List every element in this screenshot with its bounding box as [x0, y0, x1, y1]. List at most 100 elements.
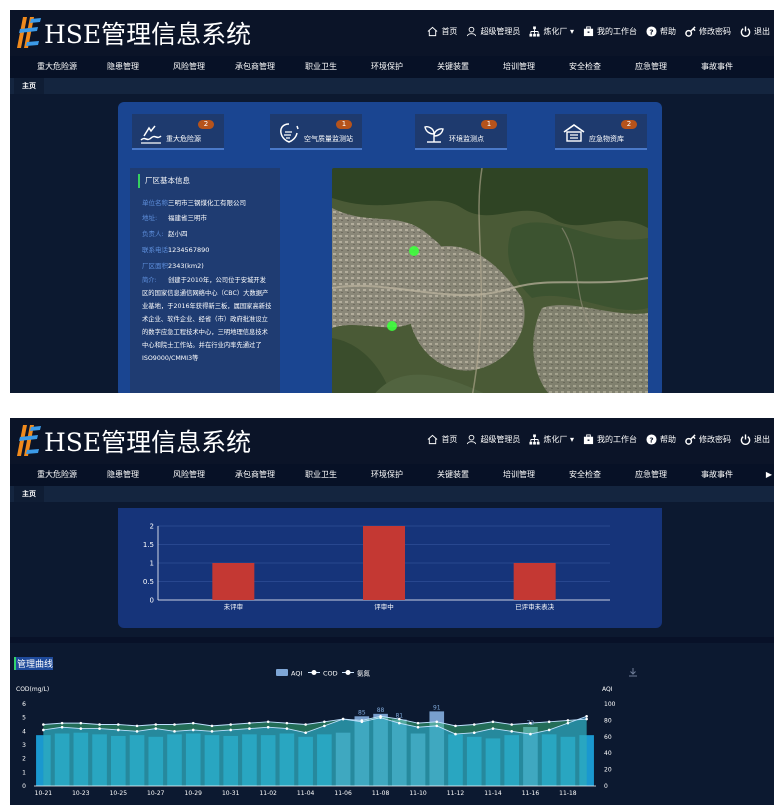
- ammonia-point[interactable]: [416, 721, 420, 725]
- nav-environment[interactable]: 环境保护: [354, 56, 420, 78]
- ammonia-point[interactable]: [266, 720, 270, 724]
- ammonia-point[interactable]: [304, 723, 307, 726]
- nav-key-equipment[interactable]: 关键装置: [420, 56, 486, 78]
- legend-cod-label[interactable]: COD: [323, 670, 338, 678]
- ammonia-point[interactable]: [154, 723, 158, 726]
- ammonia-point[interactable]: [42, 723, 45, 726]
- cod-point[interactable]: [285, 727, 289, 730]
- aqi-bar[interactable]: [466, 736, 482, 786]
- cod-point[interactable]: [585, 715, 588, 718]
- aqi-bar[interactable]: [354, 716, 370, 786]
- workbench-link[interactable]: 我的工作台: [583, 434, 637, 445]
- change-password-link[interactable]: 修改密码: [685, 26, 731, 37]
- cod-point[interactable]: [60, 725, 64, 729]
- cod-point[interactable]: [454, 732, 457, 736]
- cod-point[interactable]: [266, 725, 270, 729]
- nav-accident[interactable]: 事故事件: [684, 56, 750, 78]
- ammonia-point[interactable]: [323, 720, 326, 724]
- aqi-bar[interactable]: [36, 735, 51, 786]
- nav-key-equipment[interactable]: 关键装置: [420, 464, 486, 486]
- ammonia-point[interactable]: [435, 720, 439, 724]
- nav-occupational-health[interactable]: 职业卫生: [288, 56, 354, 78]
- nav-emergency[interactable]: 应急管理: [618, 464, 684, 486]
- user-link[interactable]: 超级管理员: [466, 434, 520, 445]
- nav-safety-check[interactable]: 安全检查: [552, 56, 618, 78]
- aqi-bar[interactable]: [335, 732, 351, 786]
- card-environment-monitor[interactable]: 1 环境监测点: [415, 114, 507, 150]
- org-selector[interactable]: 炼化厂 ▾: [529, 434, 574, 445]
- cod-point[interactable]: [135, 730, 139, 733]
- cod-point[interactable]: [173, 730, 176, 733]
- aqi-bar[interactable]: [523, 726, 538, 786]
- cod-point[interactable]: [360, 720, 364, 724]
- cod-point[interactable]: [379, 716, 382, 719]
- ammonia-point[interactable]: [191, 721, 195, 725]
- ammonia-point[interactable]: [117, 723, 120, 726]
- download-icon[interactable]: [628, 667, 638, 677]
- nav-hidden-danger[interactable]: 隐患管理: [90, 464, 156, 486]
- aqi-bar[interactable]: [260, 735, 276, 786]
- nav-occupational-health[interactable]: 职业卫生: [288, 464, 354, 486]
- legend-aqi-label[interactable]: AQI: [291, 670, 302, 678]
- card-air-quality[interactable]: 1 空气质量监测站: [270, 114, 362, 150]
- logout-link[interactable]: 退出: [740, 434, 770, 445]
- nav-major-hazard[interactable]: 重大危险源: [24, 464, 90, 486]
- cod-point[interactable]: [154, 727, 158, 730]
- ammonia-point[interactable]: [510, 723, 513, 726]
- ammonia-point[interactable]: [547, 720, 551, 724]
- legend-aqi-swatch[interactable]: [276, 669, 288, 676]
- aqi-bar[interactable]: [110, 735, 126, 786]
- ammonia-point[interactable]: [360, 719, 364, 722]
- user-link[interactable]: 超级管理员: [466, 26, 520, 37]
- workbench-link[interactable]: 我的工作台: [583, 26, 637, 37]
- bar-chart-bar[interactable]: [212, 563, 255, 600]
- cod-point[interactable]: [529, 732, 532, 736]
- satellite-map[interactable]: [332, 168, 648, 393]
- nav-training[interactable]: 培训管理: [486, 56, 552, 78]
- nav-safety-check[interactable]: 安全检查: [552, 464, 618, 486]
- ammonia-point[interactable]: [566, 719, 570, 722]
- change-password-link[interactable]: 修改密码: [685, 434, 731, 445]
- aqi-bar[interactable]: [167, 734, 182, 786]
- cod-point[interactable]: [323, 724, 326, 728]
- help-link[interactable]: ? 帮助: [646, 26, 676, 37]
- aqi-bar[interactable]: [185, 733, 201, 786]
- logout-link[interactable]: 退出: [740, 26, 770, 37]
- aqi-bar[interactable]: [298, 736, 313, 786]
- card-major-hazard[interactable]: 2 重大危险源: [132, 114, 224, 150]
- nav-accident[interactable]: 事故事件: [684, 464, 750, 486]
- org-selector[interactable]: 炼化厂 ▾: [529, 26, 574, 37]
- cod-point[interactable]: [79, 727, 83, 730]
- aqi-bar[interactable]: [92, 734, 107, 786]
- nav-contractor[interactable]: 承包商管理: [222, 56, 288, 78]
- ammonia-point[interactable]: [585, 717, 588, 721]
- ammonia-point[interactable]: [454, 724, 457, 728]
- aqi-bar[interactable]: [485, 738, 501, 786]
- aqi-bar[interactable]: [204, 735, 220, 786]
- cod-point[interactable]: [304, 731, 307, 734]
- cod-point[interactable]: [472, 731, 476, 734]
- nav-risk[interactable]: 风险管理: [156, 464, 222, 486]
- tab-home[interactable]: 主页: [14, 78, 44, 94]
- nav-major-hazard[interactable]: 重大危险源: [24, 56, 90, 78]
- ammonia-point[interactable]: [285, 721, 289, 725]
- nav-contractor[interactable]: 承包商管理: [222, 464, 288, 486]
- nav-scroll-right-icon[interactable]: ▶: [766, 464, 772, 486]
- aqi-bar[interactable]: [223, 735, 239, 786]
- aqi-bar[interactable]: [129, 735, 145, 786]
- card-emergency-warehouse[interactable]: 2 应急物资库: [555, 114, 647, 150]
- aqi-bar[interactable]: [54, 733, 70, 786]
- cod-point[interactable]: [341, 717, 345, 721]
- aqi-bar[interactable]: [504, 735, 520, 786]
- aqi-bar[interactable]: [242, 734, 257, 786]
- nav-training[interactable]: 培训管理: [486, 464, 552, 486]
- tab-home[interactable]: 主页: [14, 486, 44, 502]
- cod-point[interactable]: [510, 730, 513, 733]
- ammonia-point[interactable]: [60, 721, 64, 725]
- aqi-bar[interactable]: [560, 736, 576, 786]
- bar-chart-bar[interactable]: [363, 526, 405, 600]
- ammonia-point[interactable]: [379, 715, 382, 718]
- aqi-bar[interactable]: [148, 736, 164, 786]
- legend-ammonia-label[interactable]: 氨氮: [357, 669, 371, 678]
- bar-chart-bar[interactable]: [513, 563, 556, 600]
